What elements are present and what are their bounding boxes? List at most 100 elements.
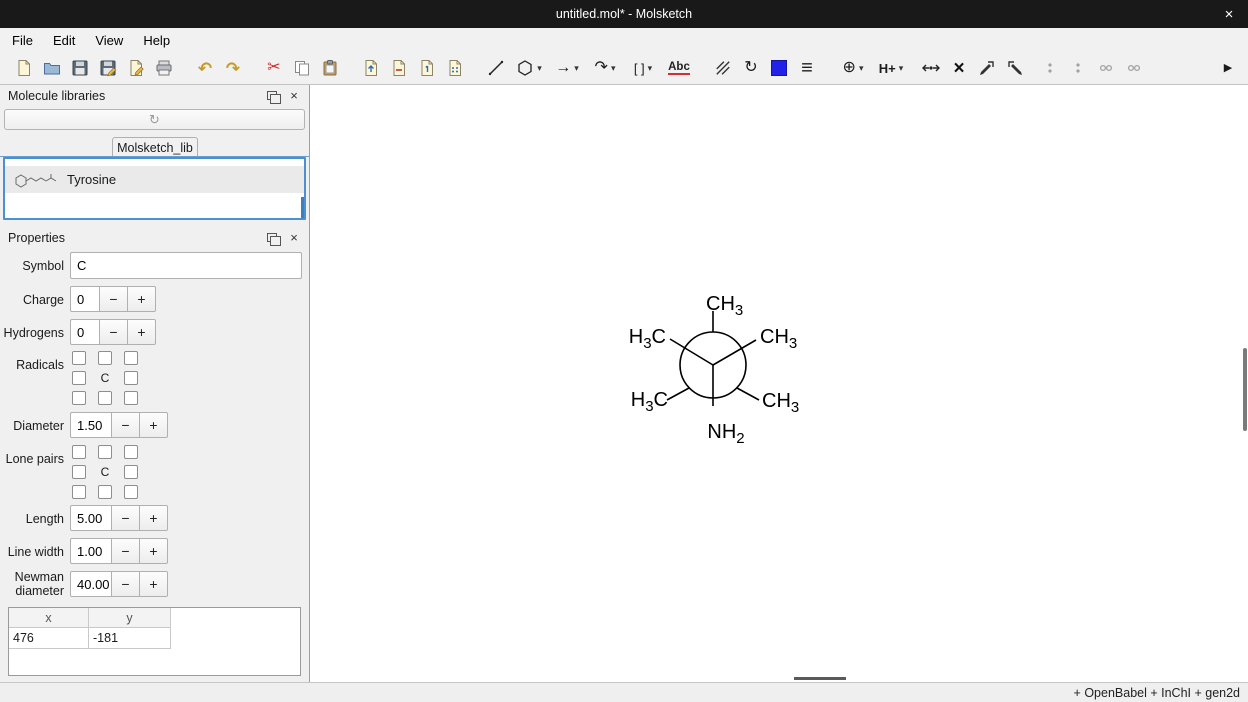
close-icon: × — [1225, 6, 1234, 23]
list-scrollbar-thumb[interactable] — [301, 197, 304, 219]
substituent-lower-left[interactable]: H3C — [631, 389, 668, 415]
doc-minus-button[interactable] — [385, 55, 413, 81]
copy-button[interactable] — [288, 55, 316, 81]
hydrogens-stepper: − + — [70, 319, 156, 345]
diameter-decrease-button[interactable]: − — [111, 412, 140, 438]
window-close-button[interactable]: × — [1216, 0, 1242, 28]
lone-pair-checkbox[interactable] — [124, 465, 138, 479]
libraries-close-button[interactable]: × — [287, 88, 301, 102]
newman-front-bonds[interactable] — [670, 339, 756, 406]
lone-pair-checkbox[interactable] — [72, 465, 86, 479]
draw-tool-button[interactable] — [482, 55, 510, 81]
radical-checkbox[interactable] — [98, 391, 112, 405]
radical-checkbox[interactable] — [124, 351, 138, 365]
color-picker-button[interactable] — [765, 55, 793, 81]
diameter-value-input[interactable] — [70, 412, 112, 438]
radical-checkbox[interactable] — [72, 371, 86, 385]
newman-diameter-value-input[interactable] — [70, 571, 112, 597]
doc-arrow-up-button[interactable] — [357, 55, 385, 81]
hydrogens-value-input[interactable] — [70, 319, 100, 345]
hexagon-ring-icon — [516, 59, 534, 77]
length-decrease-button[interactable]: − — [111, 505, 140, 531]
line-width-decrease-button[interactable]: − — [111, 538, 140, 564]
text-tool-button[interactable]: Abc — [662, 55, 696, 81]
menu-edit[interactable]: Edit — [43, 28, 85, 52]
delete-tool-button[interactable]: × — [945, 55, 973, 81]
newman-projection-molecule[interactable]: CH3 H3C CH3 H3C CH3 NH2 — [310, 85, 1248, 682]
charge-value-input[interactable] — [70, 286, 100, 312]
line-width-increase-button[interactable]: + — [139, 538, 168, 564]
properties-float-button[interactable] — [265, 230, 279, 244]
pen-arrow-button[interactable] — [973, 55, 1001, 81]
radical-checkbox[interactable] — [98, 351, 112, 365]
chevron-down-icon: ▾ — [648, 63, 653, 74]
rotate-tool-button[interactable]: ↻ — [737, 55, 765, 81]
library-refresh-button[interactable]: ↻ — [4, 109, 305, 130]
save-as-button[interactable] — [94, 55, 122, 81]
substituent-upper-left[interactable]: H3C — [629, 326, 666, 352]
hatch-tool-button[interactable] — [709, 55, 737, 81]
vertical-scrollbar-thumb[interactable] — [1243, 348, 1247, 431]
cut-button[interactable]: ✂ — [260, 55, 288, 81]
hydrogen-tool-button[interactable]: H+▾ — [872, 55, 910, 81]
print-button[interactable] — [150, 55, 178, 81]
lone-pair-checkbox[interactable] — [72, 445, 86, 459]
mechanism-arrow-button[interactable]: ↷▾ — [586, 55, 624, 81]
substituent-bottom[interactable]: NH2 — [707, 421, 744, 447]
toolbar-overflow-button[interactable]: ▶ — [1214, 55, 1242, 81]
bracket-tool-button[interactable]: [ ]▾ — [624, 55, 662, 81]
paste-button[interactable] — [316, 55, 344, 81]
menu-help[interactable]: Help — [133, 28, 180, 52]
libraries-float-button[interactable] — [265, 88, 279, 102]
lone-pair-checkbox[interactable] — [124, 445, 138, 459]
open-file-button[interactable] — [38, 55, 66, 81]
lone-pair-checkbox[interactable] — [98, 485, 112, 499]
symbol-input[interactable] — [70, 252, 302, 279]
lone-pair-checkbox[interactable] — [72, 485, 86, 499]
newman-diameter-increase-button[interactable]: + — [139, 571, 168, 597]
substituent-top[interactable]: CH3 — [706, 293, 743, 319]
radical-checkbox[interactable] — [72, 391, 86, 405]
horizontal-scrollbar-thumb[interactable] — [794, 677, 846, 680]
hydrogens-decrease-button[interactable]: − — [99, 319, 128, 345]
export-button[interactable] — [122, 55, 150, 81]
properties-close-button[interactable]: × — [287, 230, 301, 244]
substituent-upper-right[interactable]: CH3 — [760, 326, 797, 352]
menu-file[interactable]: File — [2, 28, 43, 52]
substituent-lower-right[interactable]: CH3 — [762, 390, 799, 416]
molecule-library-list[interactable]: Tyrosine — [3, 157, 306, 220]
radical-checkbox[interactable] — [124, 391, 138, 405]
charge-tool-button[interactable]: ⊕▾ — [834, 55, 872, 81]
undo-button[interactable]: ↶ — [191, 55, 219, 81]
ring-tool-button[interactable]: ▾ — [510, 55, 548, 81]
list-item-tyrosine[interactable]: Tyrosine — [5, 166, 304, 193]
redo-button[interactable]: ↷ — [219, 55, 247, 81]
doc-number-button[interactable] — [413, 55, 441, 81]
titlebar: untitled.mol* - Molsketch × — [0, 0, 1248, 28]
charge-decrease-button[interactable]: − — [99, 286, 128, 312]
coord-y-cell[interactable]: -181 — [89, 628, 171, 649]
lone-pair-checkbox[interactable] — [98, 445, 112, 459]
length-value-input[interactable] — [70, 505, 112, 531]
pen-arrow-2-button[interactable] — [1001, 55, 1029, 81]
coord-x-cell[interactable]: 476 — [9, 628, 89, 649]
newman-diameter-decrease-button[interactable]: − — [111, 571, 140, 597]
menu-view[interactable]: View — [85, 28, 133, 52]
merge-tool-button[interactable] — [917, 55, 945, 81]
length-increase-button[interactable]: + — [139, 505, 168, 531]
hydrogens-increase-button[interactable]: + — [127, 319, 156, 345]
properties-title: Properties — [8, 231, 65, 245]
drawing-canvas[interactable]: CH3 H3C CH3 H3C CH3 NH2 — [310, 85, 1248, 682]
lone-pair-checkbox[interactable] — [124, 485, 138, 499]
line-width-button[interactable]: ≡ — [793, 55, 821, 81]
save-button[interactable] — [66, 55, 94, 81]
line-width-value-input[interactable] — [70, 538, 112, 564]
diameter-increase-button[interactable]: + — [139, 412, 168, 438]
new-file-button[interactable] — [10, 55, 38, 81]
tab-molsketch-lib[interactable]: Molsketch_lib — [112, 137, 198, 157]
doc-grid-button[interactable] — [441, 55, 469, 81]
radical-checkbox[interactable] — [124, 371, 138, 385]
radical-checkbox[interactable] — [72, 351, 86, 365]
charge-increase-button[interactable]: + — [127, 286, 156, 312]
reaction-arrow-button[interactable]: →▾ — [548, 55, 586, 81]
